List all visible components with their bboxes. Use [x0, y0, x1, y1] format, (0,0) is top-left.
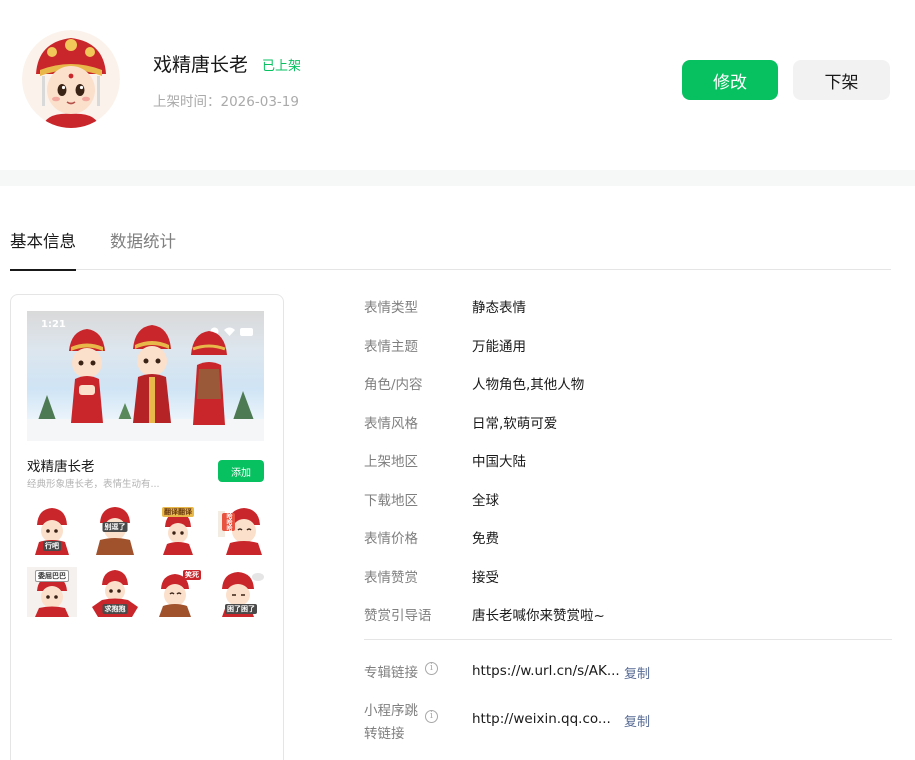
miniprogram-link-value: http://weixin.qq.co... — [472, 711, 611, 727]
preview-album-description: 经典形象唐长老，表情生动有... — [27, 479, 160, 490]
info-label: 表情风格 — [364, 415, 418, 432]
edit-button[interactable]: 修改 — [682, 60, 778, 100]
sticker-caption: 哈哈哈 — [222, 513, 235, 531]
sticker-caption: 翻译翻译 — [162, 507, 194, 517]
info-label: 表情价格 — [364, 531, 418, 547]
preview-album-name: 戏精唐长老 — [27, 459, 95, 475]
info-label: 表情赞赏 — [364, 569, 418, 586]
sticker-item[interactable]: 委屈巴巴 — [27, 567, 77, 617]
info-value: 唐长老喊你来赞赏啦~ — [472, 608, 605, 624]
album-link-label: 专辑链接 — [364, 665, 418, 681]
info-label: 下载地区 — [364, 492, 418, 509]
info-label: 上架地区 — [364, 454, 418, 470]
info-label: 表情主题 — [364, 338, 418, 355]
info-value: 日常,软萌可爱 — [472, 415, 558, 432]
info-value: 全球 — [472, 492, 499, 509]
sticker-item[interactable]: 翻译翻译 — [153, 505, 203, 555]
album-header: 戏精唐长老 已上架 上架时间：2026-03-19 修改 下架 — [0, 0, 915, 170]
info-label: 角色/内容 — [364, 377, 423, 393]
miniprogram-link-label-line1: 小程序跳 — [364, 703, 418, 719]
sticker-caption: 行吧 — [43, 541, 61, 551]
unlist-button[interactable]: 下架 — [793, 60, 890, 100]
info-value: 人物角色,其他人物 — [472, 377, 585, 393]
copy-album-link-button[interactable]: 复制 — [624, 663, 650, 682]
sticker-item[interactable]: 哈哈哈 — [216, 505, 266, 555]
info-icon[interactable]: i — [425, 662, 438, 675]
info-value: 免费 — [472, 531, 499, 547]
tab-basic-info[interactable]: 基本信息 — [10, 228, 76, 271]
sticker-caption: 别逗了 — [102, 522, 128, 532]
add-sticker-button[interactable]: 添加 — [218, 460, 264, 482]
sticker-item[interactable]: 别逗了 — [90, 505, 140, 555]
info-label: 表情类型 — [364, 300, 418, 316]
sticker-caption: 困了困了 — [225, 604, 257, 614]
sticker-item[interactable]: 困了困了 — [216, 567, 266, 617]
info-divider — [364, 639, 892, 640]
publish-time: 上架时间：2026-03-19 — [153, 94, 299, 110]
info-value: 接受 — [472, 569, 499, 586]
tab-data-statistics[interactable]: 数据统计 — [110, 228, 176, 270]
miniprogram-link-label-line2: 转链接 — [364, 726, 405, 742]
album-title: 戏精唐长老 — [153, 54, 249, 76]
preview-banner-image: 1:21 — [27, 311, 264, 441]
tab-bar: 基本信息 数据统计 — [10, 228, 891, 271]
sticker-item[interactable]: 笑死 — [153, 567, 203, 617]
sticker-item[interactable]: 求抱抱 — [90, 567, 140, 617]
copy-miniprogram-link-button[interactable]: 复制 — [624, 711, 650, 730]
sticker-caption: 求抱抱 — [102, 604, 128, 614]
info-value: 中国大陆 — [472, 454, 526, 470]
info-value: 静态表情 — [472, 300, 526, 316]
sticker-grid: 行吧 别逗了 翻译翻译 哈哈哈 委屈巴巴 求抱抱 笑死 困了困了 — [27, 505, 267, 617]
sticker-preview-card: 1:21 戏精唐长老 经典形象唐长老，表情生动有... 添加 行吧 别逗了 翻译… — [10, 294, 284, 760]
sticker-caption: 委屈巴巴 — [35, 570, 69, 582]
sticker-caption: 笑死 — [183, 570, 201, 580]
info-icon[interactable]: i — [425, 710, 438, 723]
info-label: 赞赏引导语 — [364, 608, 432, 624]
sticker-item[interactable]: 行吧 — [27, 505, 77, 555]
album-avatar-image — [22, 30, 120, 128]
album-link-value: https://w.url.cn/s/AK... — [472, 663, 620, 679]
section-separator — [0, 170, 915, 186]
info-value: 万能通用 — [472, 338, 526, 355]
status-badge: 已上架 — [262, 59, 302, 74]
